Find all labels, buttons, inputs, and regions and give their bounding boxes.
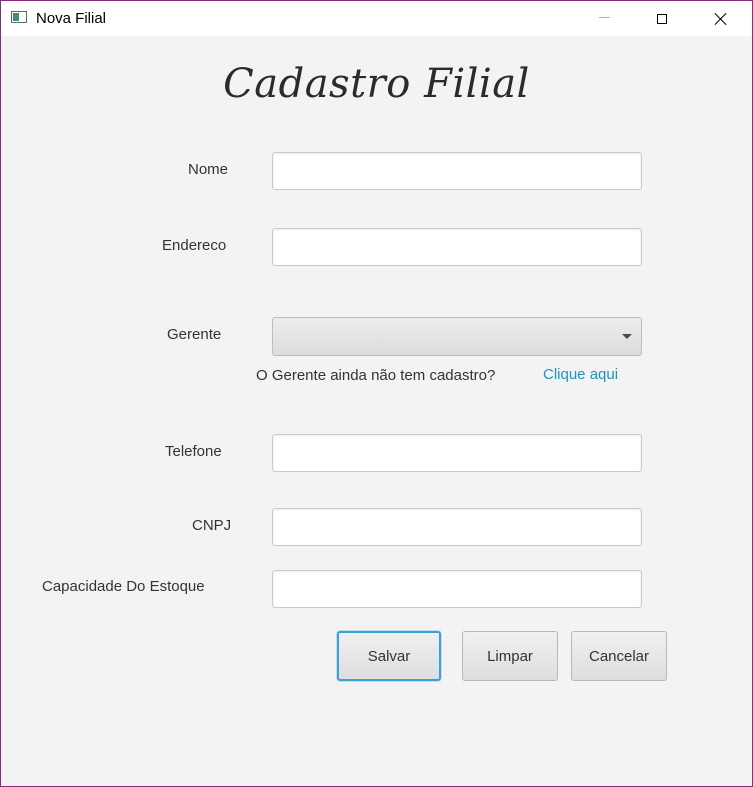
nome-label: Nome xyxy=(188,161,229,178)
nome-input[interactable] xyxy=(272,152,642,190)
save-button[interactable]: Salvar xyxy=(337,631,441,681)
maximize-icon xyxy=(657,13,667,24)
capacidade-label: Capacidade Do Estoque xyxy=(42,578,205,595)
telefone-label: Telefone xyxy=(165,443,222,460)
capacidade-input[interactable] xyxy=(272,570,642,608)
endereco-input[interactable] xyxy=(272,228,642,266)
gerente-label: Gerente xyxy=(167,326,222,343)
minimize-icon xyxy=(598,16,610,18)
app-window: Nova Filial Cadastro Filial Nome Enderec… xyxy=(0,0,753,787)
gerente-hint-text: O Gerente ainda não tem cadastro? xyxy=(256,367,496,384)
telefone-input[interactable] xyxy=(272,434,642,472)
clear-button[interactable]: Limpar xyxy=(462,631,558,681)
minimize-button[interactable] xyxy=(581,1,627,36)
title-bar[interactable]: Nova Filial xyxy=(1,1,752,36)
cnpj-input[interactable] xyxy=(272,508,642,546)
gerente-select[interactable] xyxy=(272,317,642,356)
chevron-down-icon xyxy=(622,334,632,339)
close-button[interactable] xyxy=(698,1,744,36)
close-icon xyxy=(715,13,727,25)
maximize-button[interactable] xyxy=(639,1,685,36)
cancel-button[interactable]: Cancelar xyxy=(571,631,667,681)
register-gerente-link[interactable]: Clique aqui xyxy=(543,366,618,383)
cnpj-label: CNPJ xyxy=(192,517,232,534)
page-title: Cadastro Filial xyxy=(223,61,530,107)
window-title: Nova Filial xyxy=(36,10,107,27)
endereco-label: Endereco xyxy=(162,237,227,254)
java-app-icon xyxy=(11,11,27,23)
